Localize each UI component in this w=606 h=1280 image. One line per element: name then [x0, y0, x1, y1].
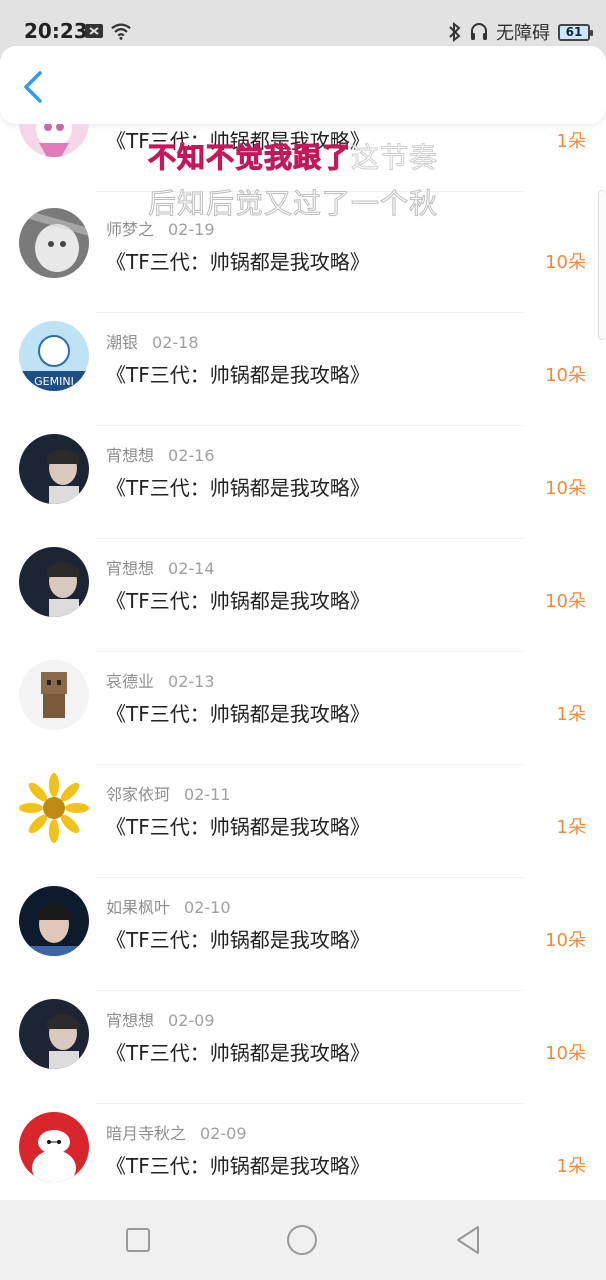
username[interactable]: 宵想想: [106, 446, 154, 465]
record-date: 02-14: [168, 559, 215, 578]
avatar[interactable]: [19, 999, 89, 1069]
home-circle-icon[interactable]: [284, 1222, 320, 1258]
gift-amount: 10朵: [545, 365, 586, 386]
gift-amount: 10朵: [545, 591, 586, 612]
avatar[interactable]: [19, 1112, 89, 1182]
avatar[interactable]: GEMINI: [19, 321, 89, 391]
record-meta: 哀德业 02-13: [106, 668, 215, 692]
svg-text:GEMINI: GEMINI: [34, 375, 74, 388]
record-meta: 如果枫叶 02-10: [106, 894, 231, 918]
book-title: 《TF三代：帅锅都是我攻略》: [106, 589, 370, 613]
list-item[interactable]: GEMINI 潮银 02-18 《TF三代：帅锅都是我攻略》 10朵: [0, 313, 606, 426]
gift-amount: 10朵: [545, 1043, 586, 1064]
lyric-highlight: 不知不觉我跟了: [147, 141, 352, 175]
gift-amount: 1朵: [556, 131, 586, 152]
list-item[interactable]: 宵想想 02-14 《TF三代：帅锅都是我攻略》 10朵: [0, 539, 606, 652]
record-meta: 邻家依珂 02-11: [106, 781, 231, 805]
avatar[interactable]: [19, 773, 89, 843]
floating-lyric-line-2: 后知后觉又过了一个秋: [147, 187, 439, 221]
username[interactable]: 宵想想: [106, 1011, 154, 1030]
book-title: 《TF三代：帅锅都是我攻略》: [106, 1041, 370, 1065]
record-meta: 暗月寺秋之 02-09: [106, 1120, 247, 1144]
record-date: 02-09: [168, 1011, 215, 1030]
book-title: 《TF三代：帅锅都是我攻略》: [106, 1154, 370, 1178]
notification-icon: [85, 24, 103, 38]
battery-icon: 61: [558, 23, 593, 41]
record-date: 02-10: [184, 898, 231, 917]
list-item[interactable]: 如果枫叶 02-10 《TF三代：帅锅都是我攻略》 10朵: [0, 878, 606, 991]
headphones-icon: [471, 23, 487, 40]
header-bar: [0, 46, 606, 124]
record-meta: 宵想想 02-09: [106, 1007, 215, 1031]
list-item[interactable]: 宵想想 02-09 《TF三代：帅锅都是我攻略》 10朵: [0, 991, 606, 1104]
username[interactable]: 邻家依珂: [106, 785, 170, 804]
book-title: 《TF三代：帅锅都是我攻略》: [106, 363, 370, 387]
username[interactable]: 哀德业: [106, 672, 154, 691]
record-date: 02-19: [168, 220, 215, 239]
book-title: 《TF三代：帅锅都是我攻略》: [106, 476, 370, 500]
record-date: 02-13: [168, 672, 215, 691]
book-title: 《TF三代：帅锅都是我攻略》: [106, 702, 370, 726]
gift-amount: 10朵: [545, 478, 586, 499]
book-title: 《TF三代：帅锅都是我攻略》: [106, 250, 370, 274]
scrollbar[interactable]: [598, 190, 606, 340]
avatar[interactable]: [19, 434, 89, 504]
gift-amount: 1朵: [556, 1156, 586, 1177]
recents-square-icon[interactable]: [120, 1222, 156, 1258]
accessibility-label: 无障碍: [496, 23, 550, 44]
list-item[interactable]: 哀德业 02-13 《TF三代：帅锅都是我攻略》 1朵: [0, 652, 606, 765]
record-date: 02-16: [168, 446, 215, 465]
username[interactable]: 宵想想: [106, 559, 154, 578]
list-item[interactable]: 宵想想 02-16 《TF三代：帅锅都是我攻略》 10朵: [0, 426, 606, 539]
book-title: 《TF三代：帅锅都是我攻略》: [106, 928, 370, 952]
floating-lyric-line-1: 不知不觉我跟了这节奏: [147, 136, 439, 176]
avatar[interactable]: [19, 208, 89, 278]
list-item[interactable]: 邻家依珂 02-11 《TF三代：帅锅都是我攻略》 1朵: [0, 765, 606, 878]
battery-level: 61: [565, 25, 583, 39]
wifi-icon: [111, 23, 131, 40]
record-meta: 潮银 02-18: [106, 329, 199, 353]
avatar[interactable]: [19, 547, 89, 617]
book-title: 《TF三代：帅锅都是我攻略》: [106, 815, 370, 839]
chevron-left-icon[interactable]: [20, 70, 48, 104]
username[interactable]: 如果枫叶: [106, 898, 170, 917]
record-date: 02-11: [184, 785, 231, 804]
record-meta: 宵想想 02-14: [106, 555, 215, 579]
avatar[interactable]: [19, 886, 89, 956]
record-date: 02-09: [200, 1124, 247, 1143]
back-triangle-icon[interactable]: [450, 1222, 486, 1258]
username[interactable]: 暗月寺秋之: [106, 1124, 186, 1143]
gift-amount: 10朵: [545, 252, 586, 273]
username[interactable]: 师梦之: [106, 220, 154, 239]
record-date: 02-18: [152, 333, 199, 352]
username[interactable]: 潮银: [106, 333, 138, 352]
gift-amount: 1朵: [556, 817, 586, 838]
gift-record-list: 《TF三代：帅锅都是我攻略》 1朵 师梦之 02-19 《TF三代：帅锅都是我攻略…: [0, 124, 606, 1200]
list-item[interactable]: 暗月寺秋之 02-09 《TF三代：帅锅都是我攻略》 1朵: [0, 1104, 606, 1200]
gift-amount: 10朵: [545, 930, 586, 951]
bluetooth-icon: [449, 22, 461, 42]
status-time: 20:23: [24, 19, 88, 43]
lyric-rest: 这节奏: [351, 141, 439, 175]
record-meta: 宵想想 02-16: [106, 442, 215, 466]
gift-amount: 1朵: [556, 704, 586, 725]
system-navigation-bar: [0, 1200, 606, 1280]
avatar[interactable]: [19, 124, 89, 157]
avatar[interactable]: [19, 660, 89, 730]
